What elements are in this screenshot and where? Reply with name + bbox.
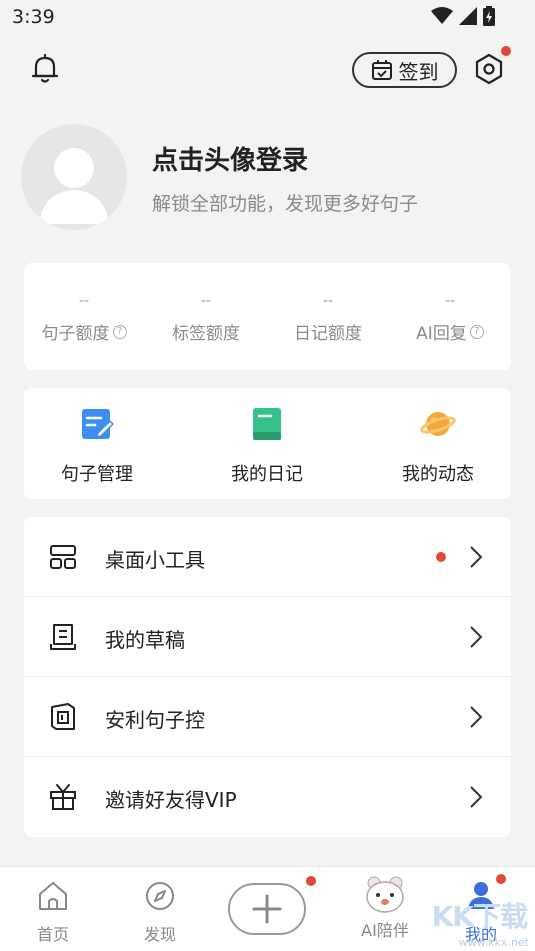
menu-label: 邀请好友得VIP (105, 788, 237, 812)
draft-icon (50, 624, 76, 650)
watermark-url: www.kkx.net (458, 936, 529, 949)
menu-label: 安利句子控 (105, 708, 205, 732)
book-icon (253, 408, 281, 440)
menu-label: 桌面小工具 (105, 548, 205, 572)
quota-label: 标签额度 (172, 324, 240, 344)
nav-label: AI陪伴 (361, 921, 409, 940)
nav-discover[interactable]: 发现 (125, 879, 195, 945)
menu-item-desktop-widgets[interactable]: 桌面小工具 (24, 517, 511, 597)
watermark-logo: KK下载 (431, 900, 528, 933)
bell-icon (31, 53, 59, 83)
nav-ai-companion[interactable]: AI陪伴 (350, 875, 420, 941)
quota-item-diary[interactable]: -- 日记额度 (268, 293, 388, 344)
settings-button[interactable] (472, 52, 506, 86)
create-notification-dot (306, 876, 316, 886)
chevron-right-icon (470, 546, 483, 568)
menu-item-recommend-app[interactable]: 安利句子控 (24, 677, 511, 757)
quota-label: 日记额度 (294, 324, 362, 344)
checkin-label: 签到 (398, 59, 439, 84)
status-icons (431, 6, 495, 26)
feature-label: 句子管理 (61, 464, 133, 485)
calendar-check-icon (371, 60, 392, 80)
quota-value: -- (444, 293, 456, 309)
settings-hexagon-icon (475, 53, 503, 85)
ai-bear-icon (366, 876, 404, 913)
plus-icon (252, 894, 282, 924)
settings-notification-dot (501, 46, 511, 56)
help-icon[interactable]: ? (469, 324, 484, 339)
battery-icon (483, 6, 495, 26)
quota-value: -- (200, 293, 212, 309)
checkin-button[interactable]: 签到 (352, 52, 457, 88)
chevron-right-icon (470, 626, 483, 648)
notification-bell-button[interactable] (28, 52, 62, 86)
login-prompt-title[interactable]: 点击头像登录 (152, 140, 308, 177)
edit-note-icon (82, 409, 115, 439)
feature-label: 我的动态 (402, 464, 474, 485)
status-time: 3:39 (12, 6, 55, 28)
planet-icon (420, 412, 456, 436)
new-badge-dot (436, 552, 446, 562)
create-post-button[interactable] (228, 883, 306, 935)
menu-item-invite-friends[interactable]: 邀请好友得VIP (24, 757, 511, 837)
feature-my-diary[interactable]: 我的日记 (197, 406, 337, 486)
signal-icon (459, 7, 477, 25)
default-avatar-icon (39, 148, 109, 224)
feature-sentence-manage[interactable]: 句子管理 (27, 406, 167, 486)
chevron-right-icon (470, 706, 483, 728)
widgets-icon (50, 545, 76, 569)
nav-home[interactable]: 首页 (18, 879, 88, 945)
menu-item-my-drafts[interactable]: 我的草稿 (24, 597, 511, 677)
quota-item-ai-reply[interactable]: -- AI回复? (390, 293, 510, 344)
home-icon (39, 882, 67, 910)
quota-label: 句子额度 (41, 324, 110, 344)
quota-value: -- (322, 293, 334, 309)
feature-label: 我的日记 (231, 464, 303, 485)
gift-icon (50, 784, 76, 810)
quota-card: -- 句子额度? -- 标签额度 -- 日记额度 -- AI回复? (24, 263, 511, 370)
share-app-icon (51, 703, 75, 730)
wifi-icon (431, 7, 453, 24)
nav-label: 发现 (143, 925, 176, 944)
menu-card: 桌面小工具 我的草稿 安利句子控 邀请好友得VIP (24, 517, 511, 837)
feature-card: 句子管理 我的日记 我的动态 (24, 388, 511, 499)
quota-item-tag[interactable]: -- 标签额度 (146, 293, 266, 344)
compass-icon (146, 882, 174, 910)
avatar[interactable] (21, 124, 127, 230)
quota-value: -- (78, 293, 90, 309)
feature-my-activity[interactable]: 我的动态 (368, 406, 508, 486)
nav-label: 首页 (36, 925, 69, 944)
quota-label: AI回复 (416, 324, 467, 344)
help-icon[interactable]: ? (112, 324, 127, 339)
quota-item-sentence[interactable]: -- 句子额度? (24, 293, 144, 344)
menu-label: 我的草稿 (105, 628, 185, 652)
mine-notification-dot (496, 874, 506, 884)
login-prompt-subtitle: 解锁全部功能，发现更多好句子 (152, 193, 419, 215)
chevron-right-icon (470, 786, 483, 808)
